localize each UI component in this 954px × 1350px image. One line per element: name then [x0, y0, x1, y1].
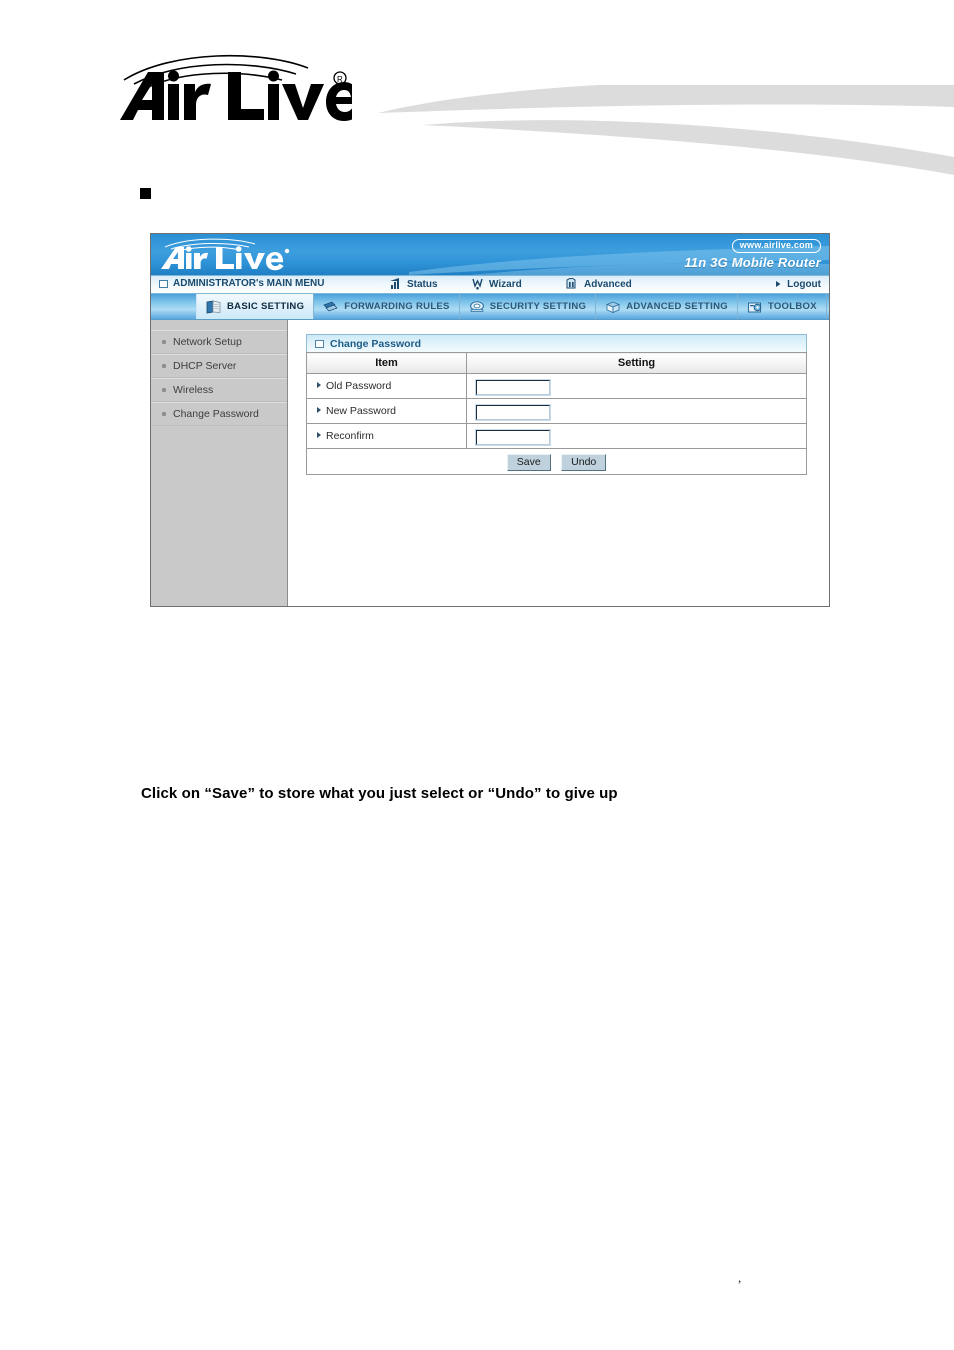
- tab-advanced-setting[interactable]: ADVANCED SETTING: [596, 294, 738, 319]
- left-sidebar-menu: Network Setup DHCP Server Wireless Chang…: [151, 320, 288, 606]
- tab-security-setting-label: SECURITY SETTING: [489, 301, 587, 312]
- panel-title-bar: Change Password: [306, 334, 807, 352]
- box-icon: [605, 300, 621, 314]
- admin-item-wizard[interactable]: Wizard: [471, 278, 522, 290]
- admin-item-advanced-label: Advanced: [584, 278, 632, 290]
- arrow-right-icon: [775, 278, 782, 290]
- row-setting-new-password: [466, 398, 807, 424]
- router-model-name: 11n 3G Mobile Router: [684, 255, 821, 270]
- row-label-reconfirm: Reconfirm: [306, 423, 467, 449]
- admin-item-status[interactable]: Status: [389, 278, 438, 290]
- row-label-old-password: Old Password: [306, 373, 467, 399]
- airlive-logo: R: [112, 52, 361, 124]
- tab-forwarding-rules-label: FORWARDING RULES: [344, 301, 450, 312]
- bullet-dot-icon: [162, 364, 166, 368]
- router-web-ui-screenshot: www.airlive.com 11n 3G Mobile Router ADM…: [150, 233, 830, 607]
- bullet-dot-icon: [162, 388, 166, 392]
- row-label-new-password: New Password: [306, 398, 467, 424]
- new-password-input[interactable]: [475, 404, 551, 421]
- book-icon: [206, 300, 222, 314]
- administrator-menu-strip: ADMINISTRATOR's MAIN MENU Status Wizard …: [151, 275, 829, 294]
- caption-text: Click on “Save” to store what you just s…: [141, 785, 618, 802]
- arrows-icon: [323, 300, 339, 314]
- row-label-reconfirm-text: Reconfirm: [326, 430, 374, 442]
- sidebar-item-wireless[interactable]: Wireless: [151, 378, 287, 402]
- tab-toolbox-label: TOOLBOX: [767, 301, 817, 312]
- row-label-new-password-text: New Password: [326, 405, 397, 417]
- table-row: Old Password: [306, 373, 807, 399]
- reconfirm-password-input[interactable]: [475, 429, 551, 446]
- table-row: New Password: [306, 398, 807, 424]
- tab-toolbox[interactable]: TOOLBOX: [738, 294, 827, 319]
- bullet-dot-icon: [162, 340, 166, 344]
- row-setting-old-password: [466, 373, 807, 399]
- admin-item-logout-label: Logout: [787, 278, 821, 290]
- sidebar-item-network-setup-label: Network Setup: [173, 336, 242, 348]
- sidebar-item-wireless-label: Wireless: [173, 384, 214, 396]
- page-header: R: [0, 0, 954, 175]
- table-action-row: Save Undo: [306, 448, 807, 475]
- table-row: Reconfirm: [306, 423, 807, 449]
- router-ui-body: Network Setup DHCP Server Wireless Chang…: [151, 320, 829, 606]
- square-bullet-icon: [140, 188, 151, 200]
- row-label-old-password-text: Old Password: [326, 380, 392, 392]
- sidebar-item-change-password[interactable]: Change Password: [151, 402, 287, 426]
- router-banner: www.airlive.com 11n 3G Mobile Router: [151, 234, 829, 275]
- signal-bars-icon: [389, 278, 402, 290]
- stray-comma-mark: ,: [738, 1270, 742, 1285]
- table-header-row: Item Setting: [306, 352, 807, 374]
- section-bullet-row: [140, 185, 840, 207]
- row-setting-reconfirm: [466, 423, 807, 449]
- column-header-setting: Setting: [466, 352, 807, 374]
- tools-icon: [747, 300, 763, 314]
- old-password-input[interactable]: [475, 379, 551, 396]
- admin-item-status-label: Status: [407, 278, 438, 290]
- change-password-panel: Change Password Item Setting Old Passwor…: [306, 334, 807, 475]
- column-header-item: Item: [306, 352, 467, 374]
- admin-item-advanced[interactable]: Advanced: [566, 278, 632, 290]
- undo-button[interactable]: Undo: [561, 453, 607, 472]
- main-tab-bar: BASIC SETTING FORWARDING RULES SECURITY …: [151, 294, 829, 320]
- arrow-right-icon: [317, 382, 321, 388]
- admin-item-wizard-label: Wizard: [489, 278, 522, 290]
- sliders-icon: [566, 278, 579, 290]
- save-button[interactable]: Save: [506, 453, 551, 472]
- admin-item-logout[interactable]: Logout: [775, 278, 821, 290]
- airlive-website-badge[interactable]: www.airlive.com: [731, 239, 821, 253]
- header-swoosh-decoration: [330, 78, 954, 175]
- sidebar-item-network-setup[interactable]: Network Setup: [151, 330, 287, 354]
- panel-square-icon: [315, 339, 324, 348]
- tab-basic-setting-label: BASIC SETTING: [227, 301, 305, 312]
- admin-main-menu-label-group: ADMINISTRATOR's MAIN MENU: [159, 278, 324, 289]
- shield-icon: [469, 300, 485, 314]
- main-content-area: Change Password Item Setting Old Passwor…: [288, 320, 829, 606]
- admin-main-menu-label: ADMINISTRATOR's MAIN MENU: [173, 278, 325, 289]
- tab-advanced-setting-label: ADVANCED SETTING: [626, 301, 728, 312]
- sidebar-item-dhcp-server-label: DHCP Server: [173, 360, 237, 372]
- panel-title-label: Change Password: [330, 337, 422, 350]
- sidebar-item-dhcp-server[interactable]: DHCP Server: [151, 354, 287, 378]
- banner-right-info: www.airlive.com 11n 3G Mobile Router: [684, 236, 821, 269]
- bullet-dot-icon: [162, 412, 166, 416]
- arrow-right-icon: [317, 407, 321, 413]
- banner-airlive-logo: [159, 236, 291, 272]
- action-buttons-cell: Save Undo: [306, 448, 807, 475]
- wand-icon: [471, 278, 484, 290]
- svg-text:R: R: [337, 75, 343, 84]
- tab-basic-setting[interactable]: BASIC SETTING: [196, 294, 315, 319]
- tab-forwarding-rules[interactable]: FORWARDING RULES: [314, 294, 460, 319]
- arrow-right-icon: [317, 432, 321, 438]
- change-password-table: Item Setting Old Password New Password R…: [306, 352, 807, 475]
- tab-security-setting[interactable]: SECURITY SETTING: [460, 294, 597, 319]
- sidebar-item-change-password-label: Change Password: [173, 408, 259, 420]
- menu-square-icon: [159, 279, 168, 288]
